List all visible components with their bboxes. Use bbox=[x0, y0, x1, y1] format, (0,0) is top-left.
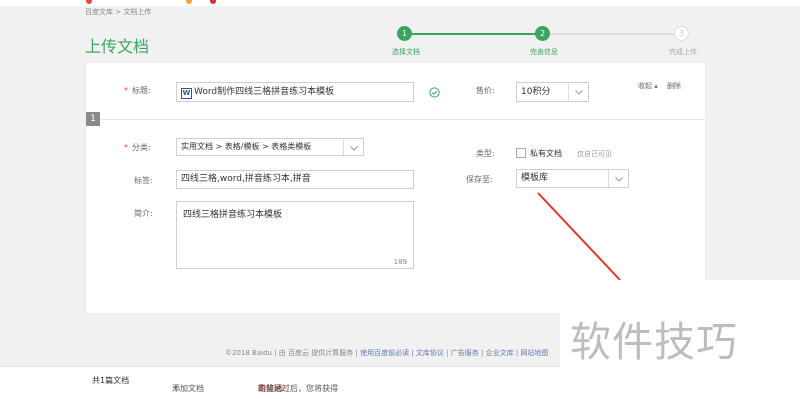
tags-label: 标签: bbox=[134, 176, 153, 185]
footer-link-sitemap[interactable]: 网站地图 bbox=[520, 349, 548, 357]
private-doc-label[interactable]: 私有文档 bbox=[530, 148, 562, 159]
price-label: 售价: bbox=[476, 86, 495, 95]
step-1-circle: 1 bbox=[397, 26, 412, 41]
type-label: 类型: bbox=[476, 149, 495, 158]
title-input[interactable]: W Word制作四线三格拼音练习本模板 bbox=[176, 82, 414, 102]
site-footer: ©2018 Baidu | 由 百度云 提供计算服务 | 使用百度前必读 | 文… bbox=[225, 349, 549, 357]
intro-textarea[interactable]: 四线三格拼音练习本模板 189 bbox=[176, 201, 414, 269]
doc-count: 共1篇文档 bbox=[92, 376, 130, 385]
price-select[interactable]: 10积分 bbox=[516, 82, 589, 102]
step-3-label: 完成上传 bbox=[669, 48, 697, 56]
step-line-pending bbox=[548, 33, 678, 35]
step-3-circle: 3 bbox=[674, 26, 689, 41]
category-label: * 分类: bbox=[124, 143, 151, 152]
section-number: 1 bbox=[86, 112, 100, 126]
footer-link-read-first[interactable]: 使用百度前必读 bbox=[360, 349, 409, 357]
delete-link[interactable]: 删除 bbox=[667, 81, 681, 91]
watermark: 软件技巧 bbox=[560, 280, 800, 399]
chevron-down-icon bbox=[343, 139, 363, 155]
footer-link-enterprise[interactable]: 企业文库 bbox=[486, 349, 514, 357]
footer-link-agreement[interactable]: 文库协议 bbox=[416, 349, 444, 357]
step-line-done bbox=[412, 33, 542, 35]
private-doc-hint: 仅自己可见 bbox=[577, 150, 612, 158]
by-text: 由 bbox=[278, 349, 286, 357]
step-1-label: 选择文档 bbox=[392, 48, 420, 56]
save-to-label: 保存至: bbox=[466, 175, 493, 184]
collapse-link[interactable]: 收起 ▴ bbox=[638, 81, 658, 91]
bottom-bar: 共1篇文档 + 添加文档 审核通过后，您将获得 积分+2 的奖励 bbox=[0, 366, 560, 399]
category-select[interactable]: 实用文档 > 表格/模板 > 表格类模板 bbox=[176, 138, 364, 156]
check-valid-icon bbox=[429, 87, 440, 101]
tags-input[interactable]: 四线三格,word,拼音练习本,拼音 bbox=[176, 170, 414, 189]
red-arrow-annotation bbox=[537, 192, 621, 281]
title-label: * 标题: bbox=[124, 86, 151, 95]
cloud-text: 百度云 提供计算服务 bbox=[288, 349, 354, 357]
footer-link-ads[interactable]: 广告服务 bbox=[451, 349, 479, 357]
private-doc-checkbox[interactable] bbox=[516, 148, 526, 158]
step-2-label: 完善信息 bbox=[530, 48, 558, 56]
progress-steps: 1 2 3 选择文档 完善信息 完成上传 bbox=[0, 0, 800, 60]
step-2-circle: 2 bbox=[535, 26, 550, 41]
intro-label: 简介: bbox=[134, 209, 153, 218]
copyright: ©2018 Baidu bbox=[225, 349, 272, 357]
divider bbox=[100, 119, 706, 120]
chevron-down-icon bbox=[568, 83, 588, 101]
intro-char-counter: 189 bbox=[393, 258, 407, 266]
word-file-icon: W bbox=[181, 88, 192, 99]
